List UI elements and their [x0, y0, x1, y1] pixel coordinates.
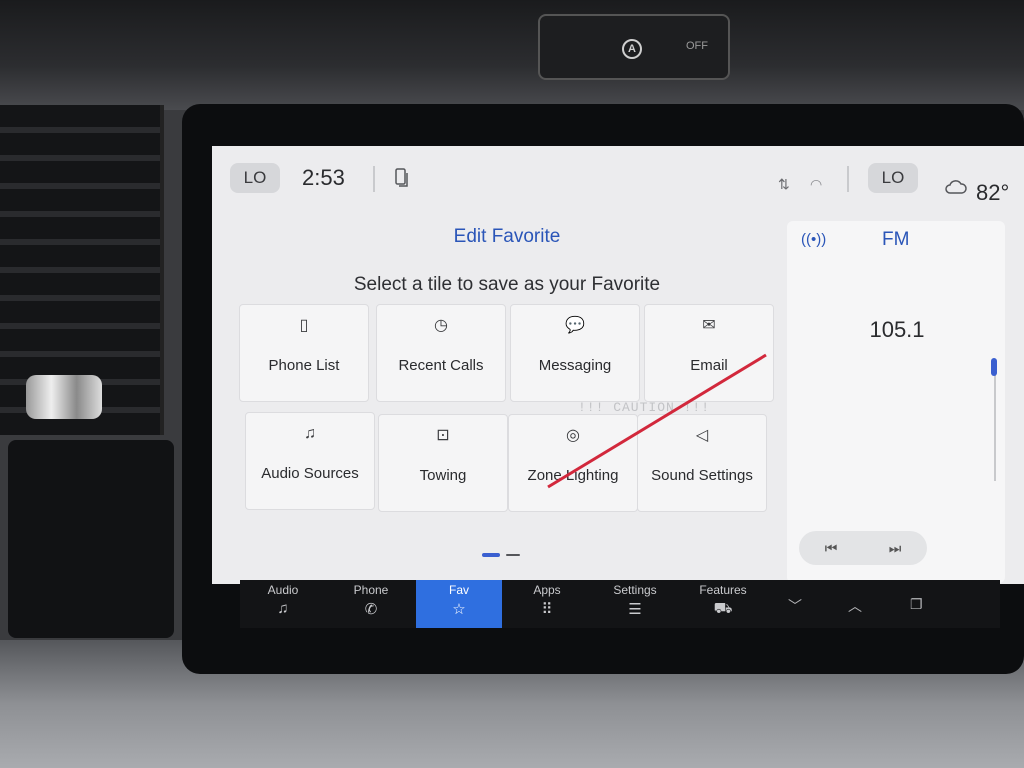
nav-audio[interactable]: Audio ♫ — [240, 580, 326, 628]
nav-fav[interactable]: Fav ☆ — [416, 580, 502, 628]
tile-label: Zone Lighting — [527, 467, 619, 484]
auto-start-stop-switch[interactable]: A OFF — [538, 14, 730, 80]
truck-icon: ⛟ — [713, 600, 733, 617]
nav-label: Fav — [448, 583, 469, 597]
cloud-temperature-icon — [945, 180, 967, 194]
caution-sticker-text: !!! CAUTION !!! — [578, 400, 711, 415]
nav-phone[interactable]: Phone ✆ — [328, 580, 414, 628]
tile-label: Audio Sources — [261, 465, 359, 482]
speaker-icon: ◁ — [695, 427, 709, 444]
tile-label: Sound Settings — [651, 467, 753, 484]
envelope-icon: ✉ — [702, 317, 716, 334]
chat-bubble-icon: 💬 — [565, 317, 585, 334]
wifi-icon: ◠ — [810, 176, 823, 192]
nav-features[interactable]: Features ⛟ — [680, 580, 766, 628]
tile-audio-sources[interactable]: ♫ Audio Sources — [245, 412, 375, 510]
tile-messaging[interactable]: 💬 Messaging — [510, 304, 640, 402]
status-bar: LO 2:53 ⇅ ◠ LO 82° — [212, 146, 1024, 206]
light-icon: ◎ — [566, 427, 580, 444]
audio-sources-icon: ♫ — [304, 425, 316, 442]
tile-towing[interactable]: ⊡ Towing — [378, 414, 508, 512]
nav-label: Audio — [267, 583, 299, 597]
apps-grid-icon: ⠿ — [541, 601, 553, 618]
nav-label: Apps — [533, 583, 561, 597]
tile-label: Recent Calls — [398, 357, 484, 374]
status-divider — [373, 166, 375, 192]
air-vent — [0, 105, 164, 435]
chevron-up-icon[interactable]: ︿ — [848, 596, 862, 616]
trailer-icon: ⊡ — [436, 427, 450, 444]
star-plus-icon: ☆ — [452, 601, 466, 618]
status-divider — [847, 166, 849, 192]
tile-zone-lighting[interactable]: ◎ Zone Lighting — [508, 414, 638, 512]
phone-icon[interactable] — [395, 168, 409, 188]
auto-stop-off-label: OFF — [686, 40, 708, 52]
next-track-button[interactable]: ⏭ — [863, 531, 927, 565]
auto-stop-icon: A — [622, 39, 642, 59]
signal-icon: ⇅ — [778, 176, 790, 192]
radio-panel[interactable]: ((•)) FM 105.1 ⏮ ⏭ — [787, 221, 1005, 583]
tile-label: Email — [690, 357, 728, 374]
nav-apps[interactable]: Apps ⠿ — [504, 580, 590, 628]
chevron-down-icon[interactable]: ﹀ — [788, 596, 802, 616]
scrollbar[interactable] — [994, 361, 996, 481]
nav-label: Phone — [353, 583, 389, 597]
multitask-icon[interactable]: ❐ — [910, 596, 923, 613]
music-note-icon: ♫ — [277, 600, 289, 617]
clock-icon: ◷ — [434, 317, 448, 334]
bottom-nav: Audio ♫ Phone ✆ Fav ☆ Apps ⠿ Settings ☰ … — [240, 580, 1000, 628]
tile-sound-settings[interactable]: ◁ Sound Settings — [637, 414, 767, 512]
page-title: Edit Favorite — [453, 226, 561, 247]
dashboard-top: A OFF — [0, 0, 1024, 110]
tile-label: Towing — [419, 467, 467, 484]
nav-settings[interactable]: Settings ☰ — [592, 580, 678, 628]
nav-label: Features — [699, 583, 747, 597]
sliders-icon: ☰ — [628, 601, 642, 618]
scrollbar-thumb[interactable] — [991, 358, 997, 376]
previous-track-button[interactable]: ⏮ — [799, 531, 863, 565]
page-indicator — [482, 553, 520, 557]
radio-signal-icon: ((•)) — [801, 231, 827, 248]
tile-email[interactable]: ✉ Email — [644, 304, 774, 402]
right-climate-button[interactable]: LO — [868, 163, 918, 193]
tile-label: Phone List — [268, 357, 340, 374]
tile-recent-calls[interactable]: ◷ Recent Calls — [376, 304, 506, 402]
phone-list-icon: ▯ — [299, 317, 309, 334]
media-controls: ⏮ ⏭ — [799, 531, 927, 565]
phone-handset-icon: ✆ — [364, 601, 378, 618]
infotainment-screen: LO 2:53 ⇅ ◠ LO 82° Edit Favorite Select … — [212, 146, 1024, 584]
nav-label: Settings — [613, 583, 657, 597]
radio-frequency: 105.1 — [869, 317, 925, 342]
tile-label: Messaging — [538, 357, 612, 374]
side-panel — [8, 440, 174, 638]
outside-temperature: 82° — [976, 180, 1010, 205]
tile-phone-list[interactable]: ▯ Phone List — [239, 304, 369, 402]
vent-knob[interactable] — [26, 375, 102, 419]
clock: 2:53 — [302, 165, 345, 190]
radio-band: FM — [882, 229, 910, 250]
page-subtitle: Select a tile to save as your Favorite — [353, 274, 661, 295]
left-climate-button[interactable]: LO — [230, 163, 280, 193]
